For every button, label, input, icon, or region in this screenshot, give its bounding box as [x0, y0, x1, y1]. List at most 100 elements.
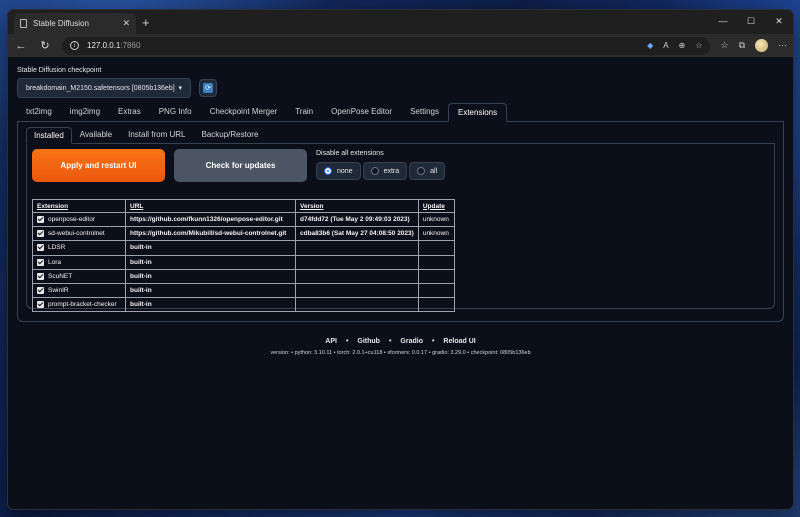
- tab-checkpoint-merger[interactable]: Checkpoint Merger: [201, 107, 287, 121]
- favorites-icon[interactable]: ☆: [720, 40, 728, 51]
- version-cell: [295, 240, 419, 256]
- zoom-icon[interactable]: ⊕: [679, 41, 686, 50]
- browser-window: Stable Diffusion ✕ + — ☐ ✕ ← ↻ i 127.0.0…: [8, 10, 793, 509]
- check-updates-button[interactable]: Check for updates: [174, 149, 307, 182]
- browser-tab[interactable]: Stable Diffusion ✕: [14, 13, 136, 34]
- gradio-link[interactable]: Gradio: [400, 338, 423, 345]
- extension-cell: prompt-bracket-checker: [32, 297, 126, 313]
- github-link[interactable]: Github: [357, 338, 380, 345]
- extension-name: openpose-editor: [48, 216, 95, 224]
- browser-tab-title: Stable Diffusion: [33, 19, 89, 28]
- chevron-down-icon: ▾: [178, 85, 182, 92]
- extension-checkbox[interactable]: [37, 244, 44, 252]
- extension-checkbox[interactable]: [37, 272, 44, 280]
- maximize-button[interactable]: ☐: [737, 10, 765, 32]
- header-update: Update: [417, 199, 455, 213]
- tab-extras[interactable]: Extras: [109, 107, 150, 121]
- extension-checkbox[interactable]: [37, 230, 44, 238]
- update-cell: [417, 240, 455, 256]
- tab-img2img[interactable]: img2img: [61, 107, 109, 121]
- update-cell: [417, 268, 455, 284]
- favorite-star-icon[interactable]: ☆: [695, 41, 702, 50]
- url-cell: built-in: [125, 240, 296, 256]
- table-row: sd-webui-controlnet https://github.com/M…: [32, 226, 455, 242]
- version-info: version: • python: 3.10.11 • torch: 2.0.…: [270, 350, 531, 356]
- radio-none[interactable]: none: [316, 162, 361, 180]
- checkpoint-dropdown[interactable]: breakdomain_M2150.safetensors [0805b136e…: [17, 78, 191, 98]
- radio-dot: [417, 167, 426, 175]
- tab-settings[interactable]: Settings: [401, 107, 448, 121]
- table-row: openpose-editor https://github.com/fkunn…: [32, 211, 455, 228]
- footer-separator: •: [345, 338, 349, 345]
- extension-name: prompt-bracket-checker: [48, 301, 117, 309]
- header-version: Version: [295, 199, 419, 213]
- reload-ui-link[interactable]: Reload UI: [443, 338, 475, 345]
- url-cell: built-in: [125, 282, 296, 299]
- tag-icon[interactable]: ◆: [647, 41, 653, 50]
- info-icon[interactable]: i: [70, 41, 79, 50]
- refresh-icon[interactable]: ↻: [38, 39, 52, 52]
- installed-panel: Apply and restart UI Check for updates D…: [26, 144, 775, 313]
- extension-cell: sd-webui-controlnet: [32, 226, 126, 242]
- extension-checkbox[interactable]: [37, 286, 44, 294]
- extension-checkbox[interactable]: [37, 258, 44, 266]
- tab-install-from-url[interactable]: Install from URL: [120, 130, 193, 143]
- minimize-button[interactable]: —: [709, 10, 737, 32]
- window-controls: — ☐ ✕: [709, 10, 793, 32]
- url-text[interactable]: 127.0.0.1:7860: [87, 41, 140, 50]
- url-link[interactable]: https://github.com/fkunn1326/openpose-ed…: [125, 211, 296, 228]
- address-bar[interactable]: i 127.0.0.1:7860 ◆ A ⊕ ☆: [62, 36, 711, 55]
- extension-name: SwinIR: [48, 287, 69, 295]
- back-arrow-icon[interactable]: ←: [14, 40, 28, 52]
- version-cell: [295, 268, 419, 284]
- extension-cell: ScuNET: [32, 268, 126, 284]
- extension-name: sd-webui-controlnet: [48, 230, 105, 238]
- table-row: Lora built-in: [32, 254, 455, 270]
- extensions-sub-tabs: Installed Available Install from URL Bac…: [26, 127, 775, 144]
- radio-all[interactable]: all: [409, 162, 446, 180]
- disable-extensions-label: Disable all extensions: [316, 150, 384, 157]
- profile-avatar[interactable]: [755, 39, 768, 52]
- extension-checkbox[interactable]: [37, 301, 44, 309]
- read-aloud-icon[interactable]: A: [663, 41, 668, 50]
- update-cell: unknown: [417, 226, 455, 242]
- tab-installed[interactable]: Installed: [26, 127, 72, 144]
- extension-checkbox[interactable]: [37, 215, 44, 223]
- apply-restart-button[interactable]: Apply and restart UI: [32, 149, 165, 182]
- radio-dot: [370, 167, 379, 175]
- close-tab-icon[interactable]: ✕: [122, 18, 130, 29]
- tab-backup-restore[interactable]: Backup/Restore: [193, 130, 266, 143]
- disable-radio-group: none extra all: [316, 162, 446, 180]
- version-cell: [295, 282, 419, 299]
- tab-available[interactable]: Available: [72, 130, 120, 143]
- tab-train[interactable]: Train: [286, 107, 322, 121]
- tab-txt2img[interactable]: txt2img: [17, 107, 61, 121]
- tab-extensions[interactable]: Extensions: [447, 103, 508, 122]
- tab-png-info[interactable]: PNG Info: [150, 107, 201, 121]
- radio-extra[interactable]: extra: [362, 162, 408, 180]
- footer-separator: •: [388, 338, 392, 345]
- new-tab-button[interactable]: +: [142, 15, 150, 30]
- url-cell: built-in: [125, 297, 296, 313]
- update-cell: [417, 254, 455, 270]
- update-cell: [417, 297, 455, 313]
- actions-row: Apply and restart UI Check for updates D…: [32, 149, 769, 182]
- more-menu-icon[interactable]: ⋯: [778, 40, 787, 51]
- collections-icon[interactable]: ⧉: [739, 40, 745, 51]
- api-link[interactable]: API: [325, 338, 337, 345]
- url-cell: built-in: [125, 254, 296, 270]
- url-link[interactable]: https://github.com/Mikubill/sd-webui-con…: [125, 226, 296, 242]
- url-port: :7860: [120, 41, 141, 50]
- version-cell: [295, 254, 419, 270]
- main-tab-bar: txt2img img2img Extras PNG Info Checkpoi…: [17, 103, 784, 122]
- footer-links: API • Github • Gradio • Reload UI: [17, 338, 784, 345]
- extension-name: Lora: [48, 258, 62, 266]
- url-host: 127.0.0.1: [87, 41, 121, 50]
- browser-toolbar: ← ↻ i 127.0.0.1:7860 ◆ A ⊕ ☆ ☆ ⧉ ⋯: [8, 34, 793, 58]
- close-window-button[interactable]: ✕: [765, 10, 793, 32]
- url-cell: built-in: [125, 268, 296, 284]
- header-url: URL: [125, 199, 296, 213]
- radio-dot-selected: [324, 167, 332, 175]
- refresh-checkpoint-button[interactable]: ⟳: [199, 79, 217, 97]
- tab-openpose-editor[interactable]: OpenPose Editor: [322, 107, 401, 121]
